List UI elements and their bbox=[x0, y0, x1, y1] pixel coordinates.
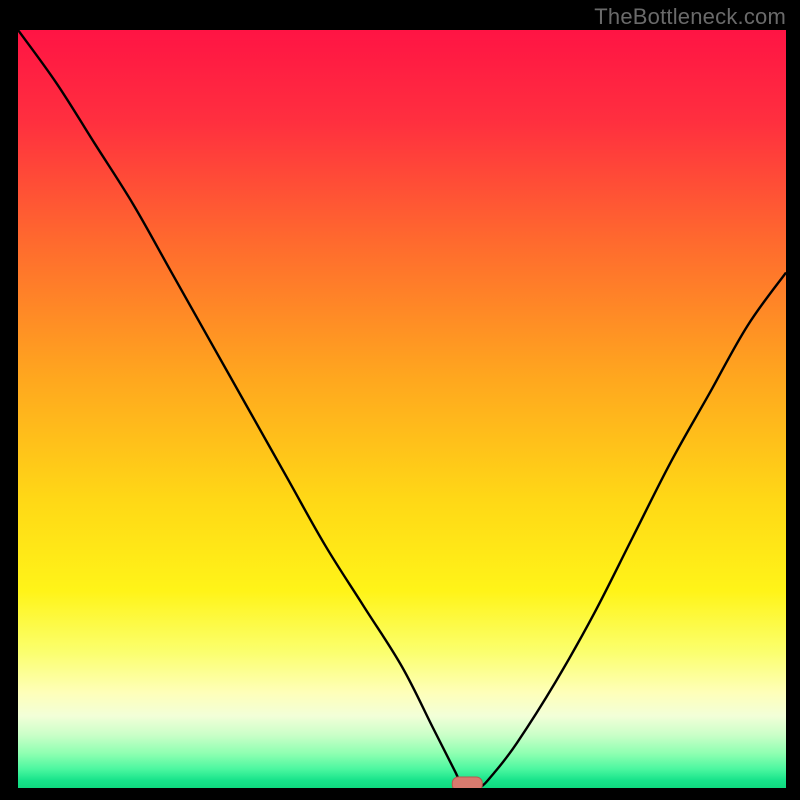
optimal-point-marker bbox=[452, 777, 482, 788]
gradient-background bbox=[18, 30, 786, 788]
watermark-text: TheBottleneck.com bbox=[594, 4, 786, 30]
chart-frame: TheBottleneck.com bbox=[0, 0, 800, 800]
bottleneck-chart bbox=[18, 30, 786, 788]
plot-area bbox=[18, 30, 786, 788]
